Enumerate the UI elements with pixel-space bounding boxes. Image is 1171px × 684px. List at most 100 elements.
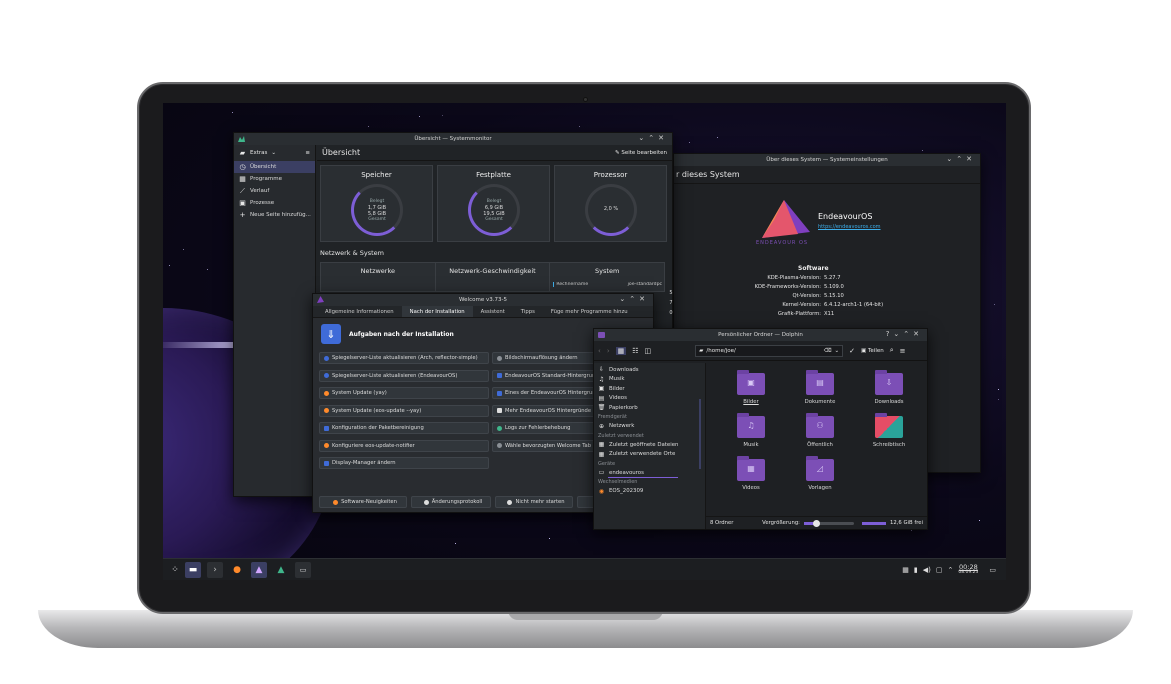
places-section-header: Geräte	[598, 460, 616, 467]
clock[interactable]: 00:28 08.09.23	[958, 564, 978, 576]
window-controls[interactable]: ⌄⌃✕	[619, 295, 649, 303]
software-info-row: KDE-Plasma-Version: 5.27.7	[674, 275, 964, 281]
places-scrollbar[interactable]	[699, 399, 701, 469]
chevron-down-icon[interactable]: ⌄	[835, 348, 840, 354]
task-button[interactable]: Spiegelserver-Liste aktualisieren (Arch,…	[319, 352, 489, 364]
task-icon	[497, 390, 502, 396]
info-key: KDE-Plasma-Version:	[767, 275, 821, 281]
peek-desktop-icon[interactable]: ▭	[989, 566, 996, 574]
window-controls[interactable]: ⌄⌃✕	[946, 155, 976, 163]
search-icon[interactable]: ⌕	[890, 346, 894, 355]
tab[interactable]: Allgemeine Informationen	[317, 306, 402, 317]
footer-button[interactable]: Software-Neuigkeiten	[319, 496, 407, 508]
confirm-check-icon[interactable]: ✓	[849, 347, 855, 355]
battery-icon[interactable]: ▮	[914, 566, 918, 574]
places-item[interactable]: ▦ Zuletzt geöffnete Dateien	[594, 440, 705, 450]
places-item[interactable]: 🗑 Papierkorb	[594, 403, 705, 413]
sidebar-item[interactable]: ⟋ Verlauf	[234, 185, 315, 197]
system-monitor-titlebar[interactable]: Übersicht — Systemmonitor ⌄⌃✕	[234, 133, 672, 145]
places-item[interactable]: ♫ Musik	[594, 375, 705, 385]
show-desktop-icon[interactable]: ▬	[185, 562, 201, 578]
places-item[interactable]: ▭ endeavouros	[594, 468, 705, 479]
footer-button[interactable]: Änderungsprotokoll	[411, 496, 491, 508]
zoom-slider[interactable]	[803, 519, 854, 527]
places-item[interactable]: ⊕ Netzwerk	[594, 422, 705, 432]
folder-glyph-icon: ⇩	[885, 378, 893, 387]
info-center-titlebar[interactable]: Über dieses System — Systemeinstellungen…	[674, 154, 980, 166]
dolphin-task-icon[interactable]: ▭	[295, 562, 311, 578]
tab[interactable]: Assistent	[473, 306, 513, 317]
task-button[interactable]: System Update (eos-update --yay)	[319, 404, 489, 417]
edit-page-button[interactable]: ✎ Seite bearbeiten	[615, 150, 667, 156]
task-button[interactable]: Konfiguration der Paketbereinigung	[319, 422, 489, 434]
distro-link[interactable]: https://endeavouros.com	[818, 224, 881, 230]
icon-view-icon[interactable]: ▦	[615, 346, 627, 355]
memory-card[interactable]: Speicher Belegt 1,7 GiB 5,8 GiB Gesamt	[320, 165, 433, 242]
places-item[interactable]: ⇩ Downloads	[594, 365, 705, 375]
sidebar-item[interactable]: ◷ Übersicht	[234, 161, 315, 173]
clipboard-icon[interactable]: ▦	[902, 566, 909, 574]
tab[interactable]: Füge mehr Programme hinzu	[543, 306, 636, 317]
window-controls[interactable]: ?⌄⌃✕	[886, 330, 923, 338]
folder-item[interactable]: ⚇ Öffentlich	[790, 413, 850, 448]
welcome-titlebar[interactable]: Welcome v3.73-5 ⌄⌃✕	[313, 294, 653, 306]
firefox-icon[interactable]: ●	[229, 562, 245, 578]
places-item[interactable]: ▣ Bilder	[594, 384, 705, 394]
sidebar-item[interactable]: ▦ Programme	[234, 173, 315, 185]
webcam	[583, 97, 588, 102]
location-bar[interactable]: ▰ /home/joe/ ⌫ ⌄	[695, 344, 844, 357]
app-launcher-icon[interactable]: ⁘	[167, 562, 183, 578]
hamburger-menu-icon[interactable]: ≡	[900, 347, 906, 355]
sidebar-item[interactable]: + Neue Seite hinzufüg...	[234, 209, 315, 221]
places-item[interactable]: ▦ Zuletzt verwendete Orte	[594, 450, 705, 460]
task-label: Logs zur Fehlerbehebung	[505, 425, 571, 431]
folder-icon: ▤	[806, 370, 834, 395]
dolphin-window: Persönlicher Ordner — Dolphin ?⌄⌃✕ ‹ › ▦…	[593, 328, 928, 530]
disk-card[interactable]: Festplatte Belegt 6,9 GiB 19,5 GiB Gesam…	[437, 165, 550, 242]
tab[interactable]: Nach der Installation	[401, 306, 473, 317]
places-item[interactable]: ▤ Videos	[594, 394, 705, 404]
window-controls[interactable]: ⌄⌃✕	[638, 134, 668, 142]
software-info-row: KDE-Frameworks-Version: 5.109.0	[674, 284, 964, 290]
folder-item[interactable]: ▦ Videos	[721, 456, 781, 491]
extras-label: Extras	[250, 150, 268, 156]
folder-item[interactable]: ◿ Vorlagen	[790, 456, 850, 491]
clear-icon[interactable]: ⌫	[824, 348, 832, 354]
hamburger-menu-icon[interactable]: ≡	[305, 150, 310, 156]
task-icon	[497, 443, 502, 448]
konsole-icon[interactable]: ›	[207, 562, 223, 578]
zoom-slider-handle[interactable]	[812, 519, 820, 527]
forward-icon[interactable]: ›	[607, 347, 610, 355]
places-item-label: Videos	[609, 395, 627, 402]
sidebar-item[interactable]: ▣ Prozesse	[234, 197, 315, 209]
footer-button[interactable]: Nicht mehr starten	[495, 496, 573, 508]
task-button[interactable]: System Update (yay)	[319, 387, 489, 399]
back-icon[interactable]: ‹	[598, 347, 601, 355]
folder-item[interactable]: ▣ Bilder	[721, 370, 781, 405]
compact-view-icon[interactable]: ☷	[632, 347, 638, 355]
folder-item[interactable]: ♫ Musik	[721, 413, 781, 448]
tab[interactable]: Tipps	[513, 306, 543, 317]
task-button[interactable]: Display-Manager ändern	[319, 457, 489, 469]
star	[368, 125, 370, 127]
volume-icon[interactable]: ◀)	[923, 566, 931, 574]
folder-item[interactable]: ▤ Dokumente	[790, 370, 850, 405]
extras-menu[interactable]: ▰ Extras ⌄ ≡	[234, 145, 315, 161]
system-monitor-task-icon[interactable]: ▲	[273, 562, 289, 578]
sidebar-item-label: Programme	[250, 176, 282, 182]
task-button[interactable]: Konfiguriere eos-update-notifier	[319, 439, 489, 452]
folder-item[interactable]: ⇩ Downloads	[859, 370, 919, 405]
places-item-label: Zuletzt verwendete Orte	[609, 451, 676, 458]
system-monitor-app-icon	[238, 135, 245, 142]
welcome-task-icon[interactable]: ▲	[251, 562, 267, 578]
places-item[interactable]: ◉ EOS_202309	[594, 487, 705, 497]
tray-expand-icon[interactable]: ⌃	[947, 566, 953, 574]
split-view-icon[interactable]: ◫	[645, 347, 652, 355]
folder-item[interactable]: Schreibtisch	[859, 413, 919, 448]
task-button[interactable]: Spiegelserver-Liste aktualisieren (Endea…	[319, 369, 489, 382]
share-button[interactable]: ▣ Teilen	[861, 348, 884, 354]
dolphin-titlebar[interactable]: Persönlicher Ordner — Dolphin ?⌄⌃✕	[594, 329, 927, 341]
cpu-card[interactable]: Prozessor 2,0 %	[554, 165, 667, 242]
display-icon[interactable]: ▢	[936, 566, 943, 574]
task-icon	[324, 425, 329, 431]
